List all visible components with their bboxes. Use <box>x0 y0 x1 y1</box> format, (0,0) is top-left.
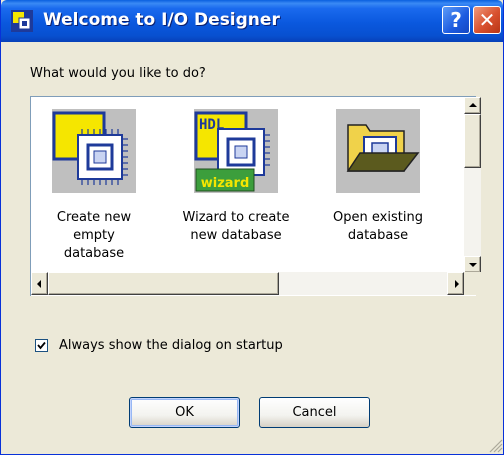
dialog-window: Welcome to I/O Designer ? ✕ What would y… <box>0 0 504 455</box>
help-button[interactable]: ? <box>442 6 470 34</box>
resize-grip-icon[interactable] <box>487 437 503 453</box>
ok-button[interactable]: OK <box>129 397 240 428</box>
io-designer-icon <box>11 10 33 32</box>
vertical-scrollbar[interactable] <box>464 97 481 273</box>
option-label-line2: new database <box>190 228 282 243</box>
option-label-line1: Open existing <box>333 210 423 225</box>
option-label-line1: Create new empty <box>56 210 132 243</box>
horizontal-scrollbar[interactable] <box>31 272 464 295</box>
option-label-line1: Wizard to create <box>182 210 290 225</box>
scrollbar-corner <box>464 272 481 295</box>
cancel-button[interactable]: Cancel <box>259 397 370 428</box>
always-show-label[interactable]: Always show the dialog on startup <box>59 338 283 353</box>
option-label-line2: database <box>347 228 409 243</box>
close-icon: ✕ <box>478 8 496 32</box>
listview-content: Create new empty database Wizard to crea… <box>31 97 465 273</box>
scroll-left-button[interactable] <box>31 272 48 295</box>
arrow-right-icon <box>455 280 459 288</box>
scroll-right-button[interactable] <box>447 272 464 295</box>
checkmark-icon <box>37 341 46 350</box>
option-wizard-new-database[interactable]: Wizard to create new database HDL wizard <box>177 103 295 245</box>
chip-icon <box>52 109 136 193</box>
help-icon: ? <box>450 8 462 32</box>
always-show-checkbox[interactable] <box>35 339 48 352</box>
prompt-text: What would you like to do? <box>30 66 206 81</box>
option-label-line2: database <box>63 246 125 261</box>
title-bar[interactable]: Welcome to I/O Designer ? ✕ <box>1 0 503 42</box>
scroll-up-button[interactable] <box>464 97 481 114</box>
wizard-badge: wizard <box>200 176 250 191</box>
option-open-existing-database[interactable]: Open existing database <box>319 103 437 245</box>
arrow-left-icon <box>37 280 41 288</box>
horizontal-scroll-thumb[interactable] <box>48 272 279 295</box>
open-folder-icon <box>336 109 420 193</box>
scroll-down-button[interactable] <box>464 256 481 273</box>
close-button[interactable]: ✕ <box>473 6 501 34</box>
option-create-empty-database[interactable]: Create new empty database <box>35 103 153 263</box>
arrow-up-icon <box>469 103 477 107</box>
options-listview[interactable]: Create new empty database Wizard to crea… <box>30 96 481 296</box>
hdl-badge: HDL <box>199 117 225 133</box>
window-title: Welcome to I/O Designer <box>43 10 280 30</box>
arrow-down-icon <box>469 263 477 267</box>
vertical-scroll-thumb[interactable] <box>464 114 481 168</box>
